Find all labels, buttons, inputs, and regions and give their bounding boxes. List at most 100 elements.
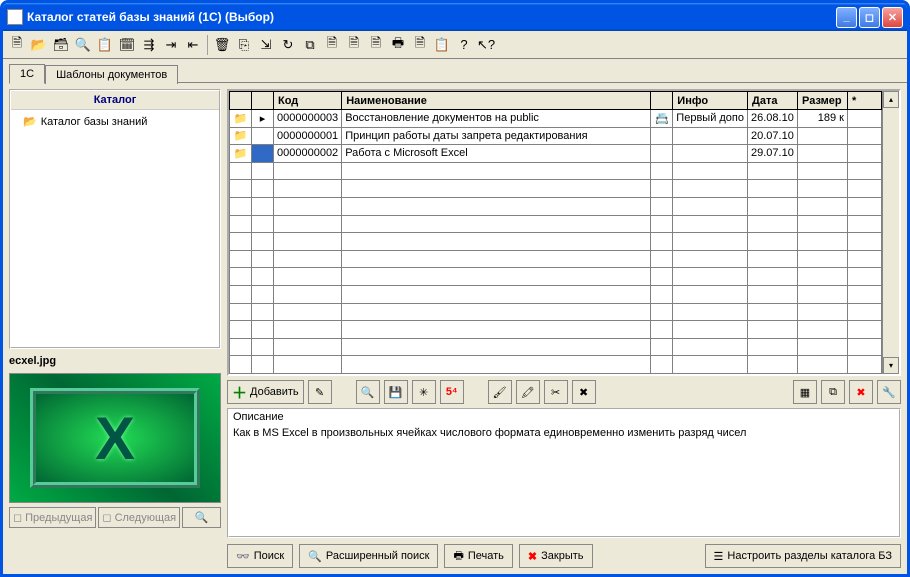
advanced-search-button[interactable]: 🔍Расширенный поиск (299, 544, 438, 568)
new-doc-button[interactable]: ✳ (412, 380, 436, 404)
description-text[interactable]: Как в MS Excel в произвольных ячейках чи… (229, 423, 899, 536)
tool2-button[interactable]: 🖍 (516, 380, 540, 404)
table-row[interactable] (230, 268, 882, 286)
toolbar-icon-1[interactable]: 🗎 (7, 35, 27, 55)
app-window: Каталог статей базы знаний (1С) (Выбор) … (0, 0, 910, 577)
copy-button[interactable]: ⧉ (821, 380, 845, 404)
delete-button[interactable]: ✖ (849, 380, 873, 404)
toolbar-icon-19[interactable]: 🗎 (410, 35, 430, 55)
left-pane: Каталог 📂 Каталог базы знаний ecxel.jpg … (9, 89, 221, 568)
bottom-toolbar: 👓Поиск 🔍Расширенный поиск 🖶Печать ✖Закры… (227, 540, 901, 568)
toolbar-icon-8[interactable]: ⇥ (161, 35, 181, 55)
cell-name: Работа с Microsoft Excel (342, 145, 651, 163)
toolbar-icon-16[interactable]: 🗎 (344, 35, 364, 55)
toolbar-icon-6[interactable]: 🗓 (117, 35, 137, 55)
table-row[interactable] (230, 197, 882, 215)
edit-button[interactable]: ✎ (308, 380, 332, 404)
toolbar-folder-icon[interactable]: 📂 (29, 35, 49, 55)
plus-icon: ＋ (232, 382, 247, 403)
grid-col-name[interactable]: Наименование (342, 92, 651, 110)
tree-root-item[interactable]: 📂 Каталог базы знаний (15, 114, 215, 129)
toolbar-icon-15[interactable]: 🗎 (322, 35, 342, 55)
grid-col-star[interactable]: * (848, 92, 882, 110)
toolbar-icon-7[interactable]: ⇶ (139, 35, 159, 55)
close-button[interactable]: ✖Закрыть (519, 544, 593, 568)
table-row[interactable] (230, 162, 882, 180)
grid-col-info[interactable]: Инфо (673, 92, 748, 110)
table-row[interactable] (230, 321, 882, 339)
toolbar-print-icon[interactable]: 🖶 (388, 35, 408, 55)
toolbar-icon-17[interactable]: 🗎 (366, 35, 386, 55)
grid-layout-button[interactable]: ▦ (793, 380, 817, 404)
data-grid[interactable]: Код Наименование Инфо Дата Размер * 📁▸00… (227, 89, 901, 376)
wrench-icon: 🔧 (882, 386, 896, 399)
save-button[interactable]: 💾 (384, 380, 408, 404)
scroll-up-button[interactable]: ▴ (883, 91, 899, 108)
binoculars-icon: 👓 (236, 550, 250, 563)
toolbar-icon-11[interactable]: ⎘ (234, 35, 254, 55)
search-button[interactable]: 👓Поиск (227, 544, 293, 568)
settings-button[interactable]: 🔧 (877, 380, 901, 404)
tab-templates[interactable]: Шаблоны документов (45, 65, 178, 84)
grid-col-code[interactable]: Код (274, 92, 342, 110)
pencil-icon: ✎ (315, 386, 324, 399)
description-panel: Описание Как в MS Excel в произвольных я… (227, 408, 901, 538)
toolbar-icon-12[interactable]: ⇲ (256, 35, 276, 55)
table-row[interactable]: 📁0000000002Работа с Microsoft Excel29.07… (230, 145, 882, 163)
grid-col-icon2[interactable] (252, 92, 274, 110)
thumbnail-image (30, 388, 200, 488)
table-row[interactable] (230, 180, 882, 198)
toolbar-icon-13[interactable]: ↻ (278, 35, 298, 55)
table-row[interactable] (230, 233, 882, 251)
search-icon: 🔍 (195, 511, 209, 524)
tool4-button[interactable]: ✖ (572, 380, 596, 404)
print-button[interactable]: 🖶Печать (444, 544, 512, 568)
grid-col-flag[interactable] (651, 92, 673, 110)
cell-name: Восстановление документов на public (342, 110, 651, 128)
table-row[interactable] (230, 215, 882, 233)
format-button[interactable]: 5⁴ (440, 380, 464, 404)
grid-col-size[interactable]: Размер (798, 92, 848, 110)
toolbar-find-icon[interactable]: 🔍 (73, 35, 93, 55)
tool1-button[interactable]: 🖌 (488, 380, 512, 404)
scroll-down-button[interactable]: ▾ (883, 357, 899, 374)
table-row[interactable] (230, 303, 882, 321)
zoom-button[interactable]: 🔍 (182, 507, 221, 528)
table-row[interactable]: 📁▸0000000003Восстановление документов на… (230, 110, 882, 128)
toolbar-icon-14[interactable]: ⧉ (300, 35, 320, 55)
tool3-button[interactable]: ✂ (544, 380, 568, 404)
configure-sections-button[interactable]: ☰Настроить разделы каталога БЗ (705, 544, 901, 568)
table-row[interactable] (230, 285, 882, 303)
view-button[interactable]: 🔍 (356, 380, 380, 404)
grid-scrollbar[interactable]: ▴ ▾ (882, 91, 899, 374)
cell-star (848, 145, 882, 163)
grid-col-date[interactable]: Дата (748, 92, 798, 110)
row-marker (252, 127, 274, 145)
catalog-tree[interactable]: 📂 Каталог базы знаний (11, 110, 219, 347)
next-button[interactable]: ◻Следующая (98, 507, 180, 528)
toolbar-help-icon[interactable]: ? (454, 35, 474, 55)
close-window-button[interactable]: ✕ (882, 7, 903, 28)
maximize-button[interactable]: ◻ (859, 7, 880, 28)
toolbar-icon-10[interactable]: 🗑 (212, 35, 232, 55)
toolbar-icon-5[interactable]: 📋 (95, 35, 115, 55)
tab-1c[interactable]: 1С (9, 64, 45, 84)
brush2-icon: 🖍 (521, 386, 535, 399)
toolbar-whatsthis-icon[interactable]: ↖? (476, 35, 496, 55)
table-row[interactable] (230, 356, 882, 374)
toolbar-icon-3[interactable]: 🗃 (51, 35, 71, 55)
table-row[interactable] (230, 250, 882, 268)
table-row[interactable]: 📁0000000001Принцип работы даты запрета р… (230, 127, 882, 145)
add-button[interactable]: ＋Добавить (227, 380, 304, 404)
scroll-track[interactable] (883, 108, 899, 357)
toolbar-icon-9[interactable]: ⇤ (183, 35, 203, 55)
delete-icon: ✖ (856, 386, 865, 399)
prev-button[interactable]: ◻Предыдущая (9, 507, 96, 528)
number-icon: 5⁴ (446, 386, 458, 398)
brush-icon: 🖌 (493, 386, 507, 399)
grid-col-icon1[interactable] (230, 92, 252, 110)
minimize-button[interactable]: _ (836, 7, 857, 28)
table-row[interactable] (230, 338, 882, 356)
toolbar-icon-20[interactable]: 📋 (432, 35, 452, 55)
main-toolbar: 🗎 📂 🗃 🔍 📋 🗓 ⇶ ⇥ ⇤ 🗑 ⎘ ⇲ ↻ ⧉ 🗎 🗎 🗎 🖶 🗎 📋 … (3, 31, 907, 59)
